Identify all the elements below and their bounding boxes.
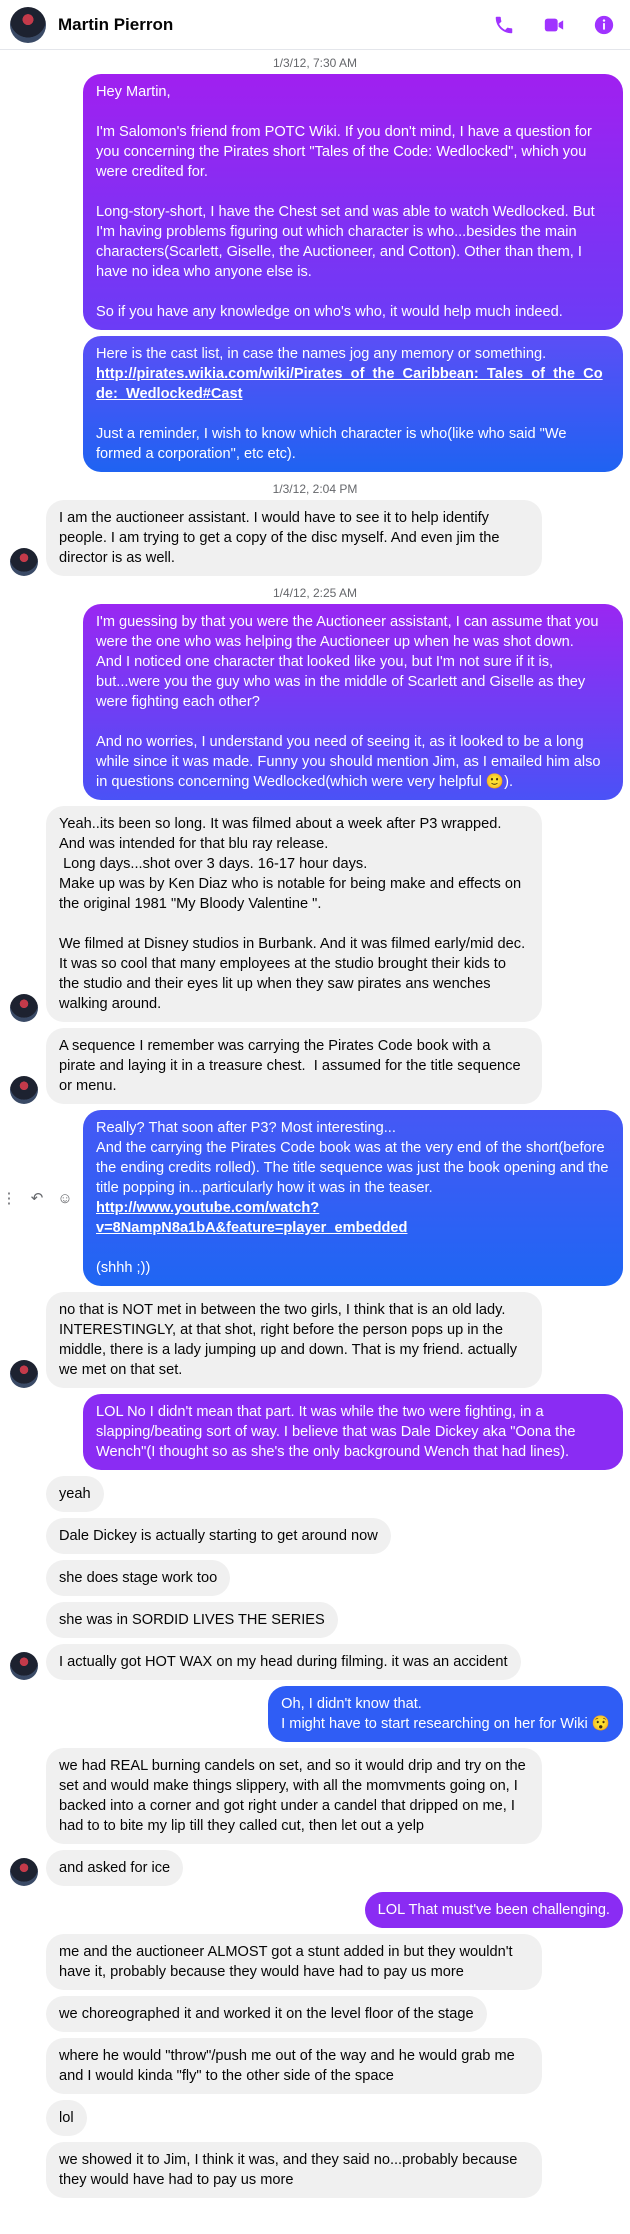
contact-avatar[interactable] xyxy=(10,6,46,43)
message-bubble-incoming[interactable]: A sequence I remember was carrying the P… xyxy=(46,1028,542,1104)
react-icon[interactable]: ☺ xyxy=(56,1189,74,1207)
message-row-incoming: we had REAL burning candels on set, and … xyxy=(0,1748,630,1844)
message-row-incoming: Yeah..its been so long. It was filmed ab… xyxy=(0,806,630,1022)
message-bubble-incoming[interactable]: she does stage work too xyxy=(46,1560,231,1596)
sender-avatar[interactable] xyxy=(10,548,38,576)
sender-avatar[interactable] xyxy=(10,994,38,1022)
message-bubble-incoming[interactable]: we had REAL burning candels on set, and … xyxy=(46,1748,542,1844)
message-text: Really? That soon after P3? Most interes… xyxy=(96,1120,609,1196)
message-bubble-incoming[interactable]: no that is NOT met in between the two gi… xyxy=(46,1292,542,1388)
sender-avatar[interactable] xyxy=(10,1360,38,1388)
sender-avatar[interactable] xyxy=(10,1858,38,1886)
message-row-incoming: I am the auctioneer assistant. I would h… xyxy=(0,500,630,576)
timestamp: 1/3/12, 2:04 PM xyxy=(272,482,358,496)
message-bubble-incoming[interactable]: yeah xyxy=(46,1476,104,1512)
sender-avatar[interactable] xyxy=(10,1076,38,1104)
message-text: Here is the cast list, in case the names… xyxy=(96,346,547,362)
message-row-incoming: she does stage work too xyxy=(0,1560,630,1596)
video-call-icon[interactable] xyxy=(542,13,566,37)
message-bubble-incoming[interactable]: she was in SORDID LIVES THE SERIES xyxy=(46,1602,338,1638)
message-row-incoming: yeah xyxy=(0,1476,630,1512)
message-bubble-outgoing[interactable]: LOL No I didn't mean that part. It was w… xyxy=(83,1394,623,1470)
message-row-incoming: A sequence I remember was carrying the P… xyxy=(0,1028,630,1104)
message-row-incoming: me and the auctioneer ALMOST got a stunt… xyxy=(0,1934,630,1990)
message-bubble-outgoing[interactable]: LOL That must've been challenging. xyxy=(364,1892,623,1928)
cast-list-link[interactable]: http://pirates.wikia.com/wiki/Pirates_of… xyxy=(96,366,603,402)
message-row-outgoing: Hey Martin, I'm Salomon's friend from PO… xyxy=(0,74,630,330)
message-row-incoming: we showed it to Jim, I think it was, and… xyxy=(0,2142,630,2198)
more-options-icon[interactable]: ⋮ xyxy=(0,1189,18,1207)
message-bubble-incoming[interactable]: we showed it to Jim, I think it was, and… xyxy=(46,2142,542,2198)
message-bubble-incoming[interactable]: Yeah..its been so long. It was filmed ab… xyxy=(46,806,542,1022)
message-row-incoming: lol xyxy=(0,2100,630,2136)
reply-icon[interactable]: ↶ xyxy=(28,1189,46,1207)
message-row-incoming: she was in SORDID LIVES THE SERIES xyxy=(0,1602,630,1638)
message-row-incoming: I actually got HOT WAX on my head during… xyxy=(0,1644,630,1680)
header-actions xyxy=(492,13,616,37)
message-bubble-outgoing[interactable]: Hey Martin, I'm Salomon's friend from PO… xyxy=(83,74,623,330)
message-row-incoming: we choreographed it and worked it on the… xyxy=(0,1996,630,2032)
message-bubble-incoming[interactable]: we choreographed it and worked it on the… xyxy=(46,1996,487,2032)
message-bubble-outgoing[interactable]: Oh, I didn't know that. I might have to … xyxy=(268,1686,623,1742)
message-bubble-outgoing[interactable]: Really? That soon after P3? Most interes… xyxy=(83,1110,623,1286)
info-icon[interactable] xyxy=(592,13,616,37)
sender-avatar[interactable] xyxy=(10,1652,38,1680)
message-row-outgoing: Here is the cast list, in case the names… xyxy=(0,336,630,472)
message-text: (shhh ;)) xyxy=(96,1260,151,1276)
message-hover-actions: ⋮ ↶ ☺ xyxy=(0,1189,74,1208)
message-row-incoming: where he would "throw"/push me out of th… xyxy=(0,2038,630,2094)
message-bubble-incoming[interactable]: where he would "throw"/push me out of th… xyxy=(46,2038,542,2094)
message-bubble-incoming[interactable]: and asked for ice xyxy=(46,1850,184,1886)
youtube-link[interactable]: http://www.youtube.com/watch?v=8NampN8a1… xyxy=(96,1200,407,1236)
timestamp: 1/3/12, 7:30 AM xyxy=(272,56,358,70)
timestamp: 1/4/12, 2:25 AM xyxy=(272,586,358,600)
message-row-incoming: Dale Dickey is actually starting to get … xyxy=(0,1518,630,1554)
message-row-incoming: no that is NOT met in between the two gi… xyxy=(0,1292,630,1388)
message-bubble-incoming[interactable]: lol xyxy=(46,2100,87,2136)
message-bubble-incoming[interactable]: I am the auctioneer assistant. I would h… xyxy=(46,500,542,576)
message-bubble-outgoing[interactable]: I'm guessing by that you were the Auctio… xyxy=(83,604,623,800)
message-row-outgoing: ⋮ ↶ ☺ Really? That soon after P3? Most i… xyxy=(0,1110,630,1286)
phone-icon[interactable] xyxy=(492,13,516,37)
message-bubble-incoming[interactable]: me and the auctioneer ALMOST got a stunt… xyxy=(46,1934,542,1990)
message-row-outgoing: LOL No I didn't mean that part. It was w… xyxy=(0,1394,630,1470)
message-row-outgoing: LOL That must've been challenging. xyxy=(0,1892,630,1928)
message-text: Just a reminder, I wish to know which ch… xyxy=(96,426,571,462)
message-thread: 1/3/12, 7:30 AM Hey Martin, I'm Salomon'… xyxy=(0,50,630,2204)
message-row-outgoing: I'm guessing by that you were the Auctio… xyxy=(0,604,630,800)
message-bubble-incoming[interactable]: I actually got HOT WAX on my head during… xyxy=(46,1644,521,1680)
message-bubble-incoming[interactable]: Dale Dickey is actually starting to get … xyxy=(46,1518,391,1554)
contact-name[interactable]: Martin Pierron xyxy=(58,15,173,35)
chat-header: Martin Pierron xyxy=(0,0,630,50)
message-bubble-outgoing[interactable]: Here is the cast list, in case the names… xyxy=(83,336,623,472)
message-row-outgoing: Oh, I didn't know that. I might have to … xyxy=(0,1686,630,1742)
message-row-incoming: and asked for ice xyxy=(0,1850,630,1886)
